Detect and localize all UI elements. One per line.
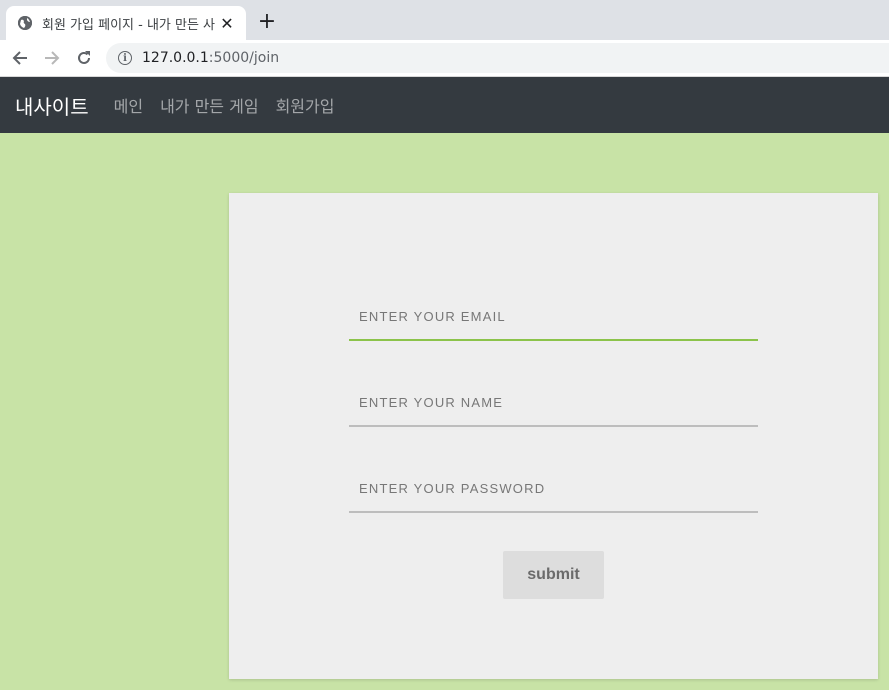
- nav-link-my-games[interactable]: 내가 만든 게임: [160, 93, 259, 117]
- browser-toolbar: i 127.0.0.1:5000/join: [0, 40, 889, 77]
- email-field[interactable]: [349, 293, 758, 339]
- close-icon[interactable]: ✕: [218, 14, 236, 33]
- info-icon[interactable]: i: [118, 51, 132, 65]
- site-brand[interactable]: 내사이트: [15, 91, 89, 120]
- name-field[interactable]: [349, 379, 758, 425]
- globe-icon: [18, 16, 32, 30]
- nav-link-main[interactable]: 메인: [114, 93, 143, 117]
- join-form-card: submit: [229, 193, 878, 679]
- back-arrow-icon[interactable]: [8, 46, 32, 70]
- tab-title: 회원 가입 페이지 - 내가 만든 사: [42, 17, 216, 33]
- name-field-container: [349, 379, 758, 427]
- new-tab-icon[interactable]: +: [256, 9, 278, 34]
- reload-icon[interactable]: [72, 46, 96, 70]
- url-text: 127.0.0.1:5000/join: [142, 50, 280, 66]
- browser-tabstrip: 회원 가입 페이지 - 내가 만든 사 ✕ +: [0, 0, 889, 40]
- site-navbar: 내사이트 메인 내가 만든 게임 회원가입: [0, 77, 889, 133]
- forward-arrow-icon[interactable]: [40, 46, 64, 70]
- email-field-container: [349, 293, 758, 341]
- submit-button[interactable]: submit: [503, 551, 604, 599]
- browser-tab[interactable]: 회원 가입 페이지 - 내가 만든 사 ✕: [6, 6, 246, 40]
- address-bar[interactable]: i 127.0.0.1:5000/join: [106, 43, 889, 73]
- password-field[interactable]: [349, 465, 758, 511]
- password-field-container: [349, 465, 758, 513]
- nav-link-signup[interactable]: 회원가입: [276, 93, 335, 117]
